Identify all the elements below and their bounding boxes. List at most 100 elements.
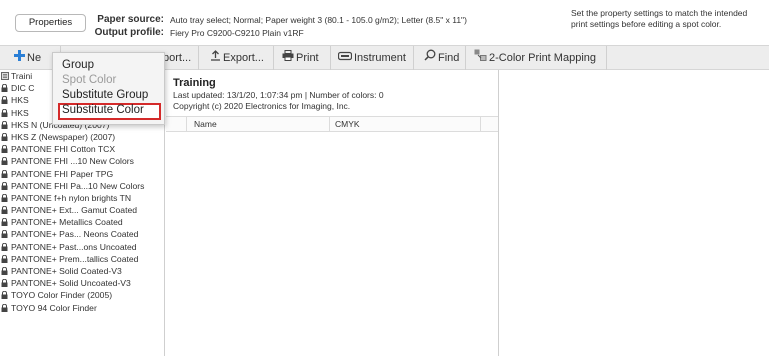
export-button[interactable]: Export...	[210, 46, 264, 70]
properties-button[interactable]: Properties	[15, 14, 86, 32]
list-item-label: PANTONE FHI Pa...10 New Colors	[11, 180, 145, 191]
output-profile-value: Fiery Pro C9200-C9210 Plain v1RF	[170, 28, 304, 38]
list-item[interactable]: PANTONE FHI Pa...10 New Colors	[0, 180, 164, 192]
list-item-label: PANTONE+ Metallics Coated	[11, 217, 123, 228]
list-item[interactable]: PANTONE FHI Paper TPG	[0, 168, 164, 180]
list-item[interactable]: PANTONE+ Past...ons Uncoated	[0, 241, 164, 253]
export-button-label: Export...	[223, 52, 264, 64]
list-item[interactable]: TOYO Color Finder (2005)	[0, 289, 164, 301]
list-item[interactable]: HKS Z (Newspaper) (2007)	[0, 131, 164, 143]
lock-icon	[1, 254, 8, 263]
lock-icon	[1, 132, 8, 141]
lock-icon	[1, 144, 8, 154]
new-button[interactable]: Ne	[14, 46, 41, 70]
export-icon	[210, 46, 221, 70]
list-item[interactable]: PANTONE+ Ext... Gamut Coated	[0, 204, 164, 216]
print-button[interactable]: Print	[282, 46, 319, 70]
lock-icon	[1, 83, 8, 93]
lock-icon	[1, 156, 8, 166]
list-item[interactable]: PANTONE FHI Cotton TCX	[0, 143, 164, 155]
menu-item-spot-color: Spot Color	[62, 74, 117, 86]
print-button-label: Print	[296, 52, 319, 64]
lock-icon	[1, 266, 8, 275]
lock-icon	[1, 181, 8, 190]
lock-icon	[1, 303, 8, 312]
lock-icon	[1, 108, 8, 117]
column-divider	[329, 117, 330, 132]
list-item-label: PANTONE FHI ...10 New Colors	[11, 156, 134, 167]
toolbar-divider	[273, 46, 274, 70]
info-labels: Paper source: Output profile:	[84, 13, 164, 39]
info-values: Auto tray select; Normal; Paper weight 3…	[170, 14, 467, 40]
lock-icon	[1, 242, 8, 251]
toolbar-divider	[413, 46, 414, 70]
instrument-button-label: Instrument	[354, 52, 406, 64]
menu-item-group[interactable]: Group	[62, 59, 94, 71]
library-copyright: Copyright (c) 2020 Electronics for Imagi…	[173, 101, 351, 111]
list-item[interactable]: PANTONE+ Prem...tallics Coated	[0, 253, 164, 265]
list-item-label: TOYO 94 Color Finder	[11, 302, 97, 313]
list-item-label: Traini	[11, 71, 33, 81]
toolbar-divider	[606, 46, 607, 70]
list-item[interactable]: PANTONE f+h nylon brights TN	[0, 192, 164, 204]
list-item-label: PANTONE+ Solid Coated-V3	[11, 266, 122, 276]
lock-icon	[1, 229, 8, 239]
toolbar-divider	[330, 46, 331, 70]
list-item-label: TOYO Color Finder (2005)	[11, 290, 113, 301]
paper-source-value: Auto tray select; Normal; Paper weight 3…	[170, 15, 467, 25]
column-divider	[186, 117, 187, 132]
lock-icon	[1, 278, 8, 288]
two-color-mapping-label: 2-Color Print Mapping	[489, 52, 596, 64]
color-table-header: Name CMYK	[166, 116, 498, 132]
lock-icon	[1, 169, 8, 178]
menu-item-substitute-group[interactable]: Substitute Group	[62, 89, 148, 101]
library-detail-panel: Training Last updated: 13/1/20, 1:07:34 …	[166, 70, 499, 356]
lock-icon	[1, 95, 8, 105]
plus-icon	[14, 46, 25, 70]
menu-item-substitute-color[interactable]: Substitute Color	[62, 104, 144, 116]
library-book-icon	[1, 71, 9, 80]
column-divider	[480, 117, 481, 132]
import-button-label: port...	[163, 52, 192, 64]
printer-icon	[282, 46, 294, 70]
toolbar-divider	[465, 46, 466, 70]
top-info-bar: Properties Paper source: Output profile:…	[0, 0, 769, 44]
column-header-name[interactable]: Name	[194, 117, 217, 132]
list-item-label: PANTONE+ Solid Uncoated-V3	[11, 278, 131, 289]
library-updated: Last updated: 13/1/20, 1:07:34 pm | Numb…	[173, 90, 384, 100]
preview-panel	[500, 70, 769, 356]
list-item[interactable]: TOYO 94 Color Finder	[0, 302, 164, 314]
list-item-label: PANTONE+ Past...ons Uncoated	[11, 241, 137, 252]
list-item-label: PANTONE+ Prem...tallics Coated	[11, 253, 139, 264]
list-item[interactable]: PANTONE+ Solid Uncoated-V3	[0, 277, 164, 289]
list-item-label: PANTONE+ Ext... Gamut Coated	[11, 205, 138, 216]
two-color-mapping-button[interactable]: 2-Color Print Mapping	[474, 46, 596, 70]
import-button[interactable]: port...	[163, 46, 191, 70]
list-item-label: HKS	[11, 107, 29, 118]
instrument-icon	[337, 46, 353, 70]
search-icon	[424, 46, 436, 70]
toolbar-divider	[198, 46, 199, 70]
lock-icon	[1, 120, 8, 129]
column-header-cmyk[interactable]: CMYK	[335, 117, 360, 132]
new-dropdown-menu: Group Spot Color Substitute Group Substi…	[52, 52, 165, 125]
find-button-label: Find	[438, 52, 460, 64]
list-item-label: HKS	[11, 95, 29, 106]
paper-source-label: Paper source:	[97, 14, 164, 25]
list-item-label: DIC C	[11, 83, 35, 94]
list-item-label: PANTONE f+h nylon brights TN	[11, 192, 132, 203]
list-item[interactable]: PANTONE+ Solid Coated-V3	[0, 265, 164, 277]
lock-icon	[1, 217, 8, 227]
lock-icon	[1, 205, 8, 215]
list-item-label: PANTONE+ Pas... Neons Coated	[11, 229, 139, 240]
lock-icon	[1, 193, 8, 202]
mapping-icon	[474, 46, 487, 70]
find-button[interactable]: Find	[424, 46, 459, 70]
instruction-note: Set the property settings to match the i…	[571, 8, 748, 29]
instrument-button[interactable]: Instrument	[337, 46, 406, 70]
list-item[interactable]: PANTONE+ Metallics Coated	[0, 216, 164, 228]
list-item[interactable]: PANTONE+ Pas... Neons Coated	[0, 228, 164, 240]
lock-icon	[1, 290, 8, 300]
list-item[interactable]: PANTONE FHI ...10 New Colors	[0, 155, 164, 167]
output-profile-label: Output profile:	[94, 27, 164, 38]
